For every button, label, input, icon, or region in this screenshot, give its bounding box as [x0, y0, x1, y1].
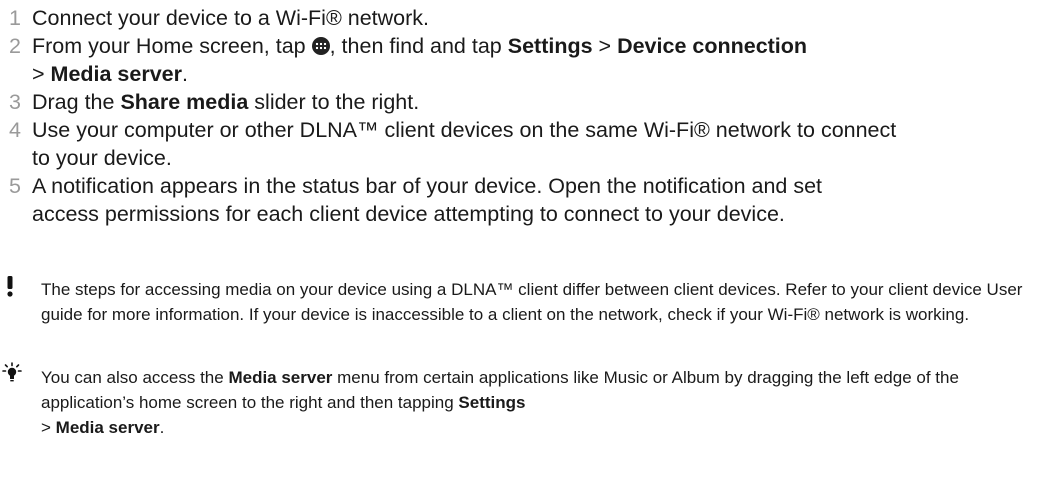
step-number: 3 — [9, 90, 21, 114]
step-number: 2 — [9, 34, 21, 58]
step-1: 1 Connect your device to a Wi-Fi® networ… — [0, 4, 1061, 32]
step-5: 5 A notification appears in the status b… — [0, 172, 872, 228]
step-number: 5 — [9, 174, 21, 198]
tip-note: You can also access the Media server men… — [0, 362, 1061, 440]
steps-list: 1 Connect your device to a Wi-Fi® networ… — [0, 4, 1061, 228]
step-text: Connect your device to a Wi-Fi® network. — [32, 6, 430, 30]
lightbulb-icon — [0, 362, 24, 393]
tip-text: You can also access the Media server men… — [41, 368, 959, 437]
step-text: Drag the Share media slider to the right… — [32, 90, 420, 114]
warning-text: The steps for accessing media on your de… — [41, 280, 1023, 324]
step-text: From your Home screen, tap , then find a… — [32, 34, 808, 86]
step-2: 2 From your Home screen, tap , then find… — [0, 32, 1007, 88]
step-text: Use your computer or other DLNA™ client … — [32, 118, 897, 170]
warning-note: The steps for accessing media on your de… — [0, 275, 1061, 327]
apps-icon — [311, 37, 330, 55]
step-4: 4 Use your computer or other DLNA™ clien… — [0, 116, 912, 172]
step-number: 1 — [9, 6, 21, 30]
exclamation-icon — [4, 275, 16, 304]
step-text: A notification appears in the status bar… — [32, 174, 823, 226]
step-3: 3 Drag the Share media slider to the rig… — [0, 88, 1061, 116]
step-number: 4 — [9, 118, 21, 142]
